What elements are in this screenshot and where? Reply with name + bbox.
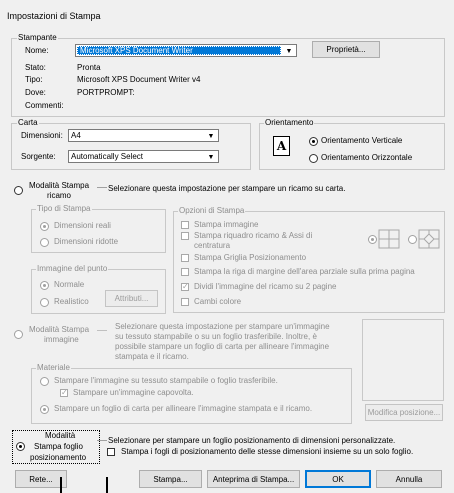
center-axis-diamond-icon bbox=[418, 229, 440, 249]
printer-name-label: Nome: bbox=[25, 46, 49, 55]
page-portrait-icon: A bbox=[273, 136, 290, 156]
print-frame-checkbox[interactable] bbox=[181, 232, 189, 240]
divider bbox=[97, 187, 107, 188]
print-button[interactable]: Stampa... bbox=[139, 470, 202, 488]
stitch-image-group-label: Immagine del punto bbox=[36, 264, 109, 274]
reduced-size-radio[interactable] bbox=[40, 238, 49, 247]
ok-button[interactable]: OK bbox=[305, 470, 371, 488]
print-image-label: Stampa immagine bbox=[194, 220, 259, 229]
landscape-radio[interactable] bbox=[309, 154, 318, 163]
marker-bar bbox=[60, 477, 62, 493]
material-group-label: Materiale bbox=[36, 363, 71, 373]
paper-group-label: Carta bbox=[17, 118, 39, 128]
color-changes-label: Cambi colore bbox=[194, 297, 242, 306]
cancel-button[interactable]: Annulla bbox=[376, 470, 442, 488]
same-size-sheets-label: Stampa i fogli di posizionamento delle s… bbox=[121, 447, 414, 456]
actual-size-label: Dimensioni reali bbox=[54, 221, 111, 230]
modify-position-button[interactable]: Modifica posizione... bbox=[365, 404, 443, 421]
chevron-down-icon: ▼ bbox=[282, 46, 295, 55]
printer-name-dropdown[interactable]: Microsoft XPS Document Writer ▼ bbox=[75, 44, 297, 57]
normal-radio[interactable] bbox=[40, 281, 49, 290]
status-value: Pronta bbox=[77, 63, 101, 72]
image-mode-description-2: su tessuto stampabile o su un foglio tra… bbox=[115, 332, 317, 341]
portrait-label: Orientamento Verticale bbox=[321, 136, 403, 145]
image-mode-description-3: possibile stampare un foglio di carta pe… bbox=[115, 342, 330, 351]
image-mode-description-1: Selezionare questa impostazione per stam… bbox=[115, 322, 330, 331]
attributes-button[interactable]: Attributi... bbox=[105, 290, 158, 307]
portrait-radio[interactable] bbox=[309, 137, 318, 146]
print-options-group-label: Opzioni di Stampa bbox=[178, 206, 246, 216]
landscape-label: Orientamento Orizzontale bbox=[321, 153, 413, 162]
image-mode-radio[interactable] bbox=[14, 330, 23, 339]
print-frame-label-2: centratura bbox=[194, 241, 231, 250]
divider bbox=[97, 440, 107, 441]
comment-label: Commenti: bbox=[25, 101, 64, 110]
printer-group-label: Stampante bbox=[17, 33, 58, 43]
sheet-mode-label-3: posizionamento bbox=[30, 453, 87, 462]
sheet-mode-label-2: Stampa foglio bbox=[34, 442, 83, 451]
actual-size-radio[interactable] bbox=[40, 222, 49, 231]
embroidery-mode-label-2: ricamo bbox=[47, 191, 72, 200]
fabric-radio[interactable] bbox=[40, 377, 49, 386]
printer-name-value: Microsoft XPS Document Writer bbox=[80, 46, 193, 55]
chevron-down-icon: ▼ bbox=[204, 131, 217, 140]
sheet-mode-radio[interactable] bbox=[16, 442, 25, 451]
image-mode-label-1: Modalità Stampa bbox=[29, 325, 90, 334]
realistic-radio[interactable] bbox=[40, 298, 49, 307]
paper-sheet-label: Stampare un foglio di carta per allinear… bbox=[54, 404, 313, 413]
axis-style-cross-radio[interactable] bbox=[368, 235, 377, 244]
marker-bar bbox=[106, 477, 108, 493]
print-settings-dialog: Impostazioni di Stampa Stampante Nome: M… bbox=[0, 0, 454, 493]
reduced-size-label: Dimensioni ridotte bbox=[54, 237, 119, 246]
realistic-label: Realistico bbox=[54, 297, 89, 306]
embroidery-mode-description: Selezionare questa impostazione per stam… bbox=[108, 184, 346, 193]
paper-size-dropdown[interactable]: A4 ▼ bbox=[68, 129, 219, 142]
properties-button[interactable]: Proprietà... bbox=[312, 41, 380, 58]
print-grid-label: Stampa Griglia Posizionamento bbox=[194, 253, 307, 262]
color-changes-checkbox[interactable] bbox=[181, 298, 189, 306]
sheet-mode-label-1: Modalità bbox=[45, 431, 76, 440]
same-size-sheets-checkbox[interactable] bbox=[107, 448, 115, 456]
where-label: Dove: bbox=[25, 88, 46, 97]
dialog-title: Impostazioni di Stampa bbox=[7, 11, 101, 21]
orientation-group-label: Orientamento bbox=[264, 118, 315, 128]
paper-source-value: Automatically Select bbox=[71, 152, 144, 161]
split-image-label: Dividi l'immagine del ricamo su 2 pagine bbox=[194, 282, 337, 291]
embroidery-mode-radio[interactable] bbox=[14, 186, 23, 195]
fabric-label: Stampare l'immagine su tessuto stampabil… bbox=[54, 376, 278, 385]
mirror-checkbox[interactable] bbox=[60, 388, 68, 397]
paper-source-dropdown[interactable]: Automatically Select ▼ bbox=[68, 150, 219, 163]
paper-size-value: A4 bbox=[71, 131, 81, 140]
normal-label: Normale bbox=[54, 280, 85, 289]
margin-line-label: Stampa la riga di margine dell'area parz… bbox=[194, 267, 415, 276]
print-preview-button[interactable]: Anteprima di Stampa... bbox=[207, 470, 300, 488]
paper-size-label: Dimensioni: bbox=[21, 131, 63, 140]
image-preview-box bbox=[362, 319, 444, 401]
print-grid-checkbox[interactable] bbox=[181, 254, 189, 262]
print-type-group-label: Tipo di Stampa bbox=[36, 204, 92, 214]
print-image-checkbox[interactable] bbox=[181, 221, 189, 229]
split-image-checkbox[interactable] bbox=[181, 282, 189, 291]
divider bbox=[97, 330, 107, 331]
paper-sheet-radio[interactable] bbox=[40, 405, 49, 414]
image-mode-label-2: immagine bbox=[44, 335, 79, 344]
paper-source-label: Sorgente: bbox=[21, 152, 56, 161]
sheet-mode-description: Selezionare per stampare un foglio posiz… bbox=[108, 436, 396, 445]
type-label: Tipo: bbox=[25, 75, 43, 84]
margin-line-checkbox[interactable] bbox=[181, 268, 189, 276]
image-mode-description-4: stampata e il ricamo. bbox=[115, 352, 189, 361]
print-frame-label-1: Stampa riquadro ricamo & Assi di bbox=[194, 231, 313, 240]
axis-style-diamond-radio[interactable] bbox=[408, 235, 417, 244]
mirror-label: Stampare un'immagine capovolta. bbox=[73, 388, 194, 397]
chevron-down-icon: ▼ bbox=[204, 152, 217, 161]
status-label: Stato: bbox=[25, 63, 46, 72]
type-value: Microsoft XPS Document Writer v4 bbox=[77, 75, 201, 84]
where-value: PORTPROMPT: bbox=[77, 88, 135, 97]
embroidery-mode-label-1: Modalità Stampa bbox=[29, 181, 90, 190]
center-axis-cross-icon bbox=[378, 229, 400, 249]
